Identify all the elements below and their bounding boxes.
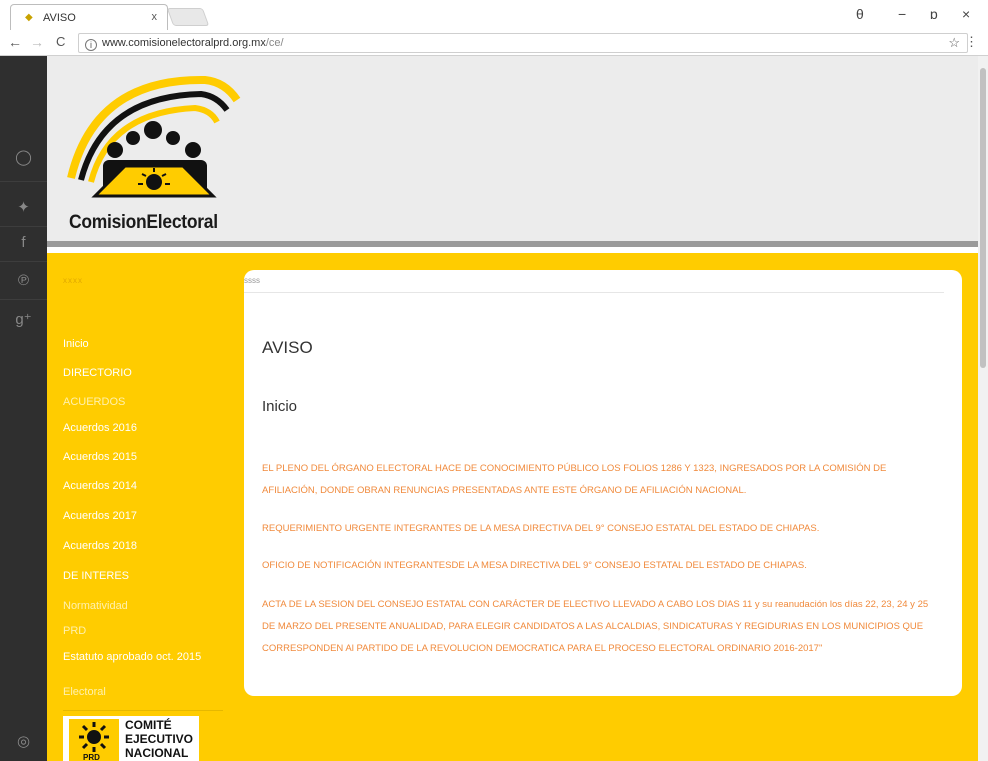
comite-text: COMITÉ EJECUTIVO NACIONAL — [125, 718, 193, 760]
restore-icon[interactable]: ɒ — [930, 6, 938, 22]
sidebar-item-normatividad[interactable]: Normatividad — [63, 600, 128, 612]
twitter-icon[interactable]: ✦ — [0, 198, 47, 216]
url-path: /ce/ — [265, 37, 284, 49]
reload-icon[interactable]: C — [56, 34, 65, 49]
forward-icon[interactable]: → — [30, 34, 44, 50]
comision-electoral-logo-icon[interactable] — [65, 68, 245, 213]
prd-logo-label: PRD — [83, 753, 100, 761]
facebook-icon[interactable]: f — [0, 234, 47, 251]
url-host: www.comisionelectoralprd.org.mx — [102, 37, 266, 49]
sidebar-heading: xxxx — [63, 276, 83, 285]
sidebar-item-estatuto[interactable]: Estatuto aprobado oct. 2015 — [63, 651, 201, 663]
social-divider — [0, 181, 47, 182]
content-card: ssss AVISO Inicio EL PLENO DEL ÓRGANO EL… — [244, 270, 962, 696]
content-divider — [244, 292, 944, 293]
address-bar: ← → C i www.comisionelectoralprd.org.mx/c… — [0, 30, 988, 56]
social-divider — [0, 226, 47, 227]
notice-link-folios[interactable]: EL PLENO DEL ÓRGANO ELECTORAL HACE DE CO… — [262, 458, 942, 502]
sidebar-item-acuerdos-2018[interactable]: Acuerdos 2018 — [63, 540, 137, 552]
pinterest-icon[interactable]: ℗ — [0, 272, 47, 289]
site-header: ComisionElectoral — [47, 56, 978, 247]
social-divider — [0, 299, 47, 300]
content-header: ssss — [244, 276, 260, 285]
sidebar-heading-wrap: xxxx — [63, 276, 233, 285]
page-scrollbar[interactable] — [978, 56, 988, 761]
notice-link-requerimiento[interactable]: REQUERIMIENTO URGENTE INTEGRANTES DE LA … — [262, 518, 942, 540]
sidebar-item-electoral[interactable]: Electoral — [63, 686, 106, 698]
prd-sun-logo-icon: PRD — [69, 719, 119, 761]
favicon-icon: ◆ — [25, 11, 33, 23]
sidebar-item-acuerdos[interactable]: ACUERDOS — [63, 396, 125, 408]
sidebar-item-inicio[interactable]: Inicio — [63, 338, 89, 350]
notice-link-oficio[interactable]: OFICIO DE NOTIFICACIÓN INTEGRANTESDE LA … — [262, 555, 942, 577]
sidebar-item-de-interes[interactable]: DE INTERES — [63, 570, 129, 582]
circle-icon[interactable]: ◎ — [0, 732, 47, 750]
minimize-icon[interactable]: − — [898, 6, 906, 22]
notice-link-acta[interactable]: ACTA DE LA SESION DEL CONSEJO ESTATAL CO… — [262, 594, 942, 660]
sidebar-item-acuerdos-2017[interactable]: Acuerdos 2017 — [63, 510, 137, 522]
scrollbar-thumb[interactable] — [980, 68, 986, 368]
browser-window: ◆ AVISO x θ − ɒ × ← → C i www.comisionele… — [0, 0, 988, 761]
back-icon[interactable]: ← — [8, 34, 22, 50]
bookmark-star-icon[interactable]: ☆ — [948, 35, 960, 51]
web-page: ◯ ✦ f ℗ g⁺ ◎ ComisionElectoral xxxx Inic… — [0, 56, 988, 761]
comite-line-3: NACIONAL — [125, 746, 189, 760]
page-subtitle: Inicio — [262, 398, 298, 415]
sidebar-item-acuerdos-2015[interactable]: Acuerdos 2015 — [63, 451, 137, 463]
info-icon[interactable]: i — [85, 39, 97, 51]
tab-close-icon[interactable]: x — [152, 11, 158, 23]
page-title: AVISO — [262, 338, 313, 357]
social-sidebar: ◯ ✦ f ℗ g⁺ ◎ — [0, 56, 47, 761]
googleplus-icon[interactable]: g⁺ — [0, 310, 47, 328]
sidebar-item-prd[interactable]: PRD — [63, 625, 86, 637]
comite-ejecutivo-banner[interactable]: PRD COMITÉ EJECUTIVO NACIONAL — [63, 716, 199, 761]
logo-text: ComisionElectoral — [69, 212, 218, 233]
comite-line-2: EJECUTIVO — [125, 732, 194, 746]
close-icon[interactable]: × — [962, 6, 970, 22]
comite-line-1: COMITÉ — [125, 718, 172, 732]
search-icon[interactable]: ◯ — [0, 148, 47, 166]
tab-title: AVISO — [43, 11, 76, 24]
profile-icon[interactable]: θ — [856, 6, 864, 22]
sidebar-item-directorio[interactable]: DIRECTORIO — [63, 367, 132, 379]
sidebar-item-acuerdos-2016[interactable]: Acuerdos 2016 — [63, 422, 137, 434]
new-tab-button[interactable] — [166, 8, 210, 26]
tab-strip: ◆ AVISO x θ − ɒ × — [0, 0, 988, 30]
tab-aviso[interactable]: ◆ AVISO x — [10, 4, 168, 30]
sidebar-item-acuerdos-2014[interactable]: Acuerdos 2014 — [63, 480, 137, 492]
social-divider — [0, 261, 47, 262]
url-input[interactable]: i www.comisionelectoralprd.org.mx/ce/ — [78, 33, 968, 53]
browser-menu-icon[interactable]: ⋮ — [965, 34, 978, 50]
sidebar-divider — [63, 710, 223, 711]
